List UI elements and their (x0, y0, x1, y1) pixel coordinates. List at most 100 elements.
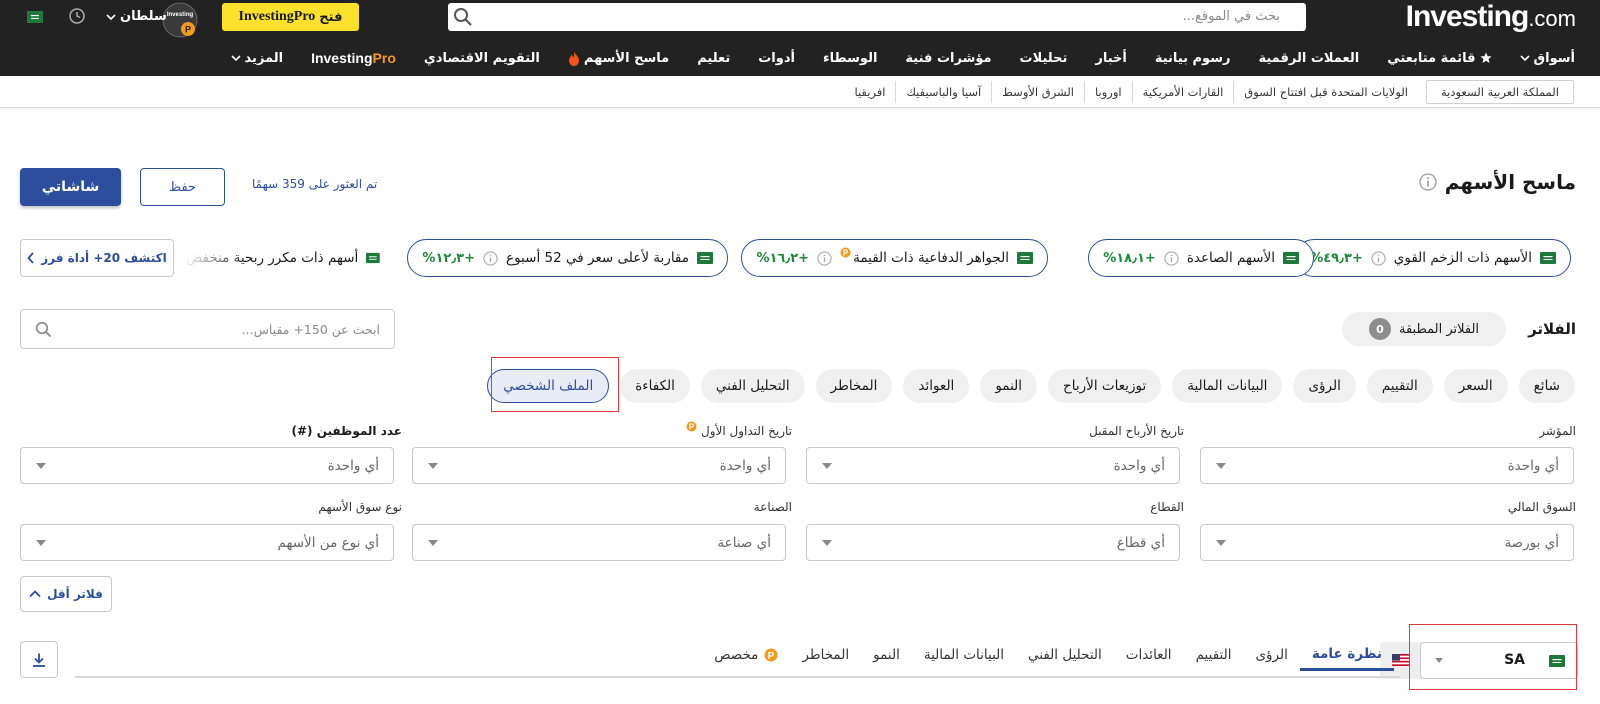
metric-search-input[interactable]: ابحث عن 150+ مقياس... (20, 309, 395, 349)
subnav-saudi[interactable]: المملكة العربية السعودية (1426, 80, 1574, 104)
save-button[interactable]: حفظ (140, 168, 225, 206)
investing-logo[interactable]: Investing .com (1406, 0, 1576, 34)
nav-analysis[interactable]: تحليلات (1006, 51, 1082, 66)
search-icon[interactable] (453, 7, 473, 27)
info-icon[interactable] (483, 250, 498, 266)
info-icon[interactable] (1164, 250, 1179, 266)
category-financials[interactable]: البيانات المالية (1172, 369, 1283, 403)
site-search-input[interactable]: بحث في الموقع... (448, 3, 1306, 31)
clock-icon[interactable] (68, 7, 86, 25)
tab-growth[interactable]: النمو (861, 647, 912, 671)
nav-stock-screener[interactable]: ماسح الأسهم (554, 50, 683, 66)
category-efficiency[interactable]: الكفاءة (620, 369, 690, 403)
tab-financials[interactable]: البيانات المالية (912, 647, 1016, 671)
category-dividends[interactable]: توزيعات الأرباح (1048, 369, 1162, 403)
preset-52-week-high[interactable]: مقاربة لأعلى سعر في 52 أسبوع +١٢٫٣% (407, 239, 728, 277)
caret-down-icon (428, 540, 438, 546)
results-count: تم العثور على 359 سهمًا (252, 177, 378, 191)
preset-low-pe[interactable]: أسهم ذات مكرر ربحية منخفض (176, 239, 390, 277)
category-insights[interactable]: الرؤى (1293, 369, 1356, 403)
select-value: أي واحدة (1113, 458, 1165, 474)
nav-brokers[interactable]: الوسطاء (809, 51, 891, 66)
nav-charts[interactable]: رسوم بيانية (1141, 51, 1245, 66)
nav-watchlist-label: قائمة متابعتي (1387, 50, 1476, 66)
saudi-flag-icon[interactable] (27, 11, 43, 23)
page-title-text: ماسح الأسهم (1444, 170, 1576, 194)
subnav-us-premarket[interactable]: الولايات المتحدة قبل افتتاح السوق (1233, 81, 1418, 103)
nav-more-label: المزيد (244, 50, 284, 66)
category-growth[interactable]: النمو (980, 369, 1038, 403)
subnav-americas[interactable]: القارات الأمريكية (1131, 81, 1234, 103)
preset-rising-stocks[interactable]: الأسهم الصاعدة +١٨٫١% (1088, 239, 1314, 277)
svg-text:P: P (689, 423, 695, 432)
nav-economic-calendar[interactable]: التقويم الاقتصادي (410, 51, 554, 66)
tab-technical[interactable]: التحليل الفني (1016, 647, 1114, 671)
chevron-up-icon (29, 590, 41, 598)
category-returns[interactable]: العوائد (903, 369, 970, 403)
caret-down-icon (36, 463, 46, 469)
caret-down-icon (822, 540, 832, 546)
category-risk[interactable]: المخاطر (815, 369, 893, 403)
category-technical[interactable]: التحليل الفني (700, 369, 805, 403)
subnav-africa[interactable]: افريقيا (844, 81, 895, 103)
nav-markets[interactable]: أسواق (1506, 51, 1575, 66)
subnav-asia-pacific[interactable]: آسيا والباسيفيك (895, 81, 991, 103)
nav-tools[interactable]: أدوات (744, 51, 809, 66)
tab-custom[interactable]: P مخصص (702, 647, 790, 671)
preset-return: +١٢٫٣% (422, 250, 476, 266)
next-earnings-select[interactable]: أي واحدة (806, 447, 1180, 484)
preset-label: أسهم ذات مكرر ربحية منخفض (186, 250, 359, 266)
fewer-filters-button[interactable]: فلاتر أقل (20, 576, 112, 612)
employees-select[interactable]: أي واحدة (20, 447, 394, 484)
sector-select[interactable]: أي قطاع (806, 524, 1180, 561)
nav-crypto[interactable]: العملات الرقمية (1244, 51, 1373, 66)
download-button[interactable] (20, 641, 58, 678)
svg-text:Investing: Investing (167, 12, 194, 18)
tab-insights[interactable]: الرؤى (1243, 647, 1299, 671)
nav-more[interactable]: المزيد (217, 51, 298, 66)
subnav-middle-east[interactable]: الشرق الأوسط (991, 81, 1084, 103)
nav-news[interactable]: أخبار (1081, 51, 1141, 66)
exchange-select[interactable]: أي بورصة (1200, 524, 1574, 561)
info-icon[interactable] (1419, 173, 1437, 191)
equity-type-select[interactable]: أي نوع من الأسهم (20, 524, 394, 561)
nav-technical[interactable]: مؤشرات فنية (891, 51, 1005, 66)
tab-valuation[interactable]: التقييم (1184, 647, 1244, 671)
category-price[interactable]: السعر (1443, 369, 1508, 403)
info-icon[interactable] (817, 250, 832, 266)
nav-education[interactable]: تعليم (683, 51, 744, 66)
tab-returns[interactable]: العائدات (1114, 647, 1184, 671)
index-select[interactable]: أي واحدة (1200, 447, 1574, 484)
applied-filters-count: 0 (1368, 318, 1391, 340)
my-screens-button[interactable]: شاشاتي (20, 168, 121, 206)
preset-defensive-value[interactable]: الجواهر الدفاعية ذات القيمة P +١٦٫٢% (741, 239, 1048, 277)
category-valuation[interactable]: التقييم (1366, 369, 1433, 403)
tab-overview[interactable]: نظرة عامة (1299, 646, 1394, 671)
category-popular[interactable]: شائع (1518, 369, 1575, 403)
preset-strong-momentum[interactable]: الأسهم ذات الزخم القوي +٤٩٫٣% (1295, 239, 1571, 277)
field-label-employees: عدد الموظفين (#) (291, 424, 403, 438)
subnav-europe[interactable]: اوروبا (1084, 81, 1132, 103)
search-icon (35, 321, 52, 338)
first-trade-date-select[interactable]: أي واحدة (412, 447, 786, 484)
avatar[interactable]: Investing P (162, 2, 198, 38)
info-icon[interactable] (1371, 250, 1386, 266)
field-label-equity-type: نوع سوق الأسهم (318, 500, 402, 514)
industry-select[interactable]: أي صناعة (412, 524, 786, 561)
result-tabs: نظرة عامة الرؤى التقييم العائدات التحليل… (702, 646, 1394, 671)
highlight-box-profile (491, 357, 619, 412)
nav-watchlist[interactable]: قائمة متابعتي (1373, 51, 1505, 66)
nav-investingpro[interactable]: InvestingPro (297, 50, 410, 66)
us-flag-icon (1392, 654, 1410, 666)
filter-categories: شائع السعر التقييم الرؤى البيانات المالي… (487, 369, 1575, 403)
discover-screeners-button[interactable]: اكتشف 20+ أداة فرز (20, 239, 174, 277)
saudi-flag-icon (1283, 252, 1299, 264)
field-label-industry: الصناعة (753, 500, 792, 514)
user-menu[interactable]: سلطان (106, 9, 167, 24)
open-investingpro-button[interactable]: فتح InvestingPro (222, 3, 359, 31)
chevron-down-icon (230, 55, 241, 62)
applied-filters-button[interactable]: الفلاتر المطبقة 0 (1342, 312, 1506, 346)
logo-suffix: .com (1528, 6, 1576, 31)
tab-risk[interactable]: المخاطر (790, 647, 861, 671)
caret-down-icon (428, 463, 438, 469)
